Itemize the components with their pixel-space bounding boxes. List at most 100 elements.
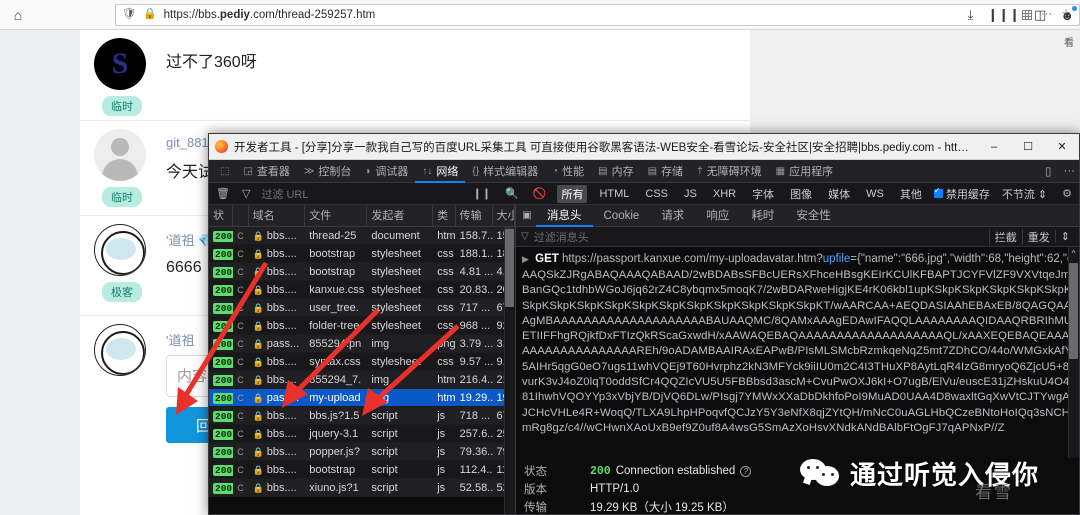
minimize-button[interactable]: –: [977, 134, 1011, 160]
table-row[interactable]: 200 C 🔒 bbs.... folder-tree stylesheet css 968…: [209, 317, 515, 335]
detail-scrollbar-thumb[interactable]: [1069, 263, 1078, 359]
cell-status: 200: [213, 428, 234, 440]
column-header-file[interactable]: 文件: [305, 205, 368, 227]
table-row[interactable]: 200C🔒 pass...855294.pnimgpng3.79 ...3.79: [209, 335, 515, 353]
filter-chip-xhr[interactable]: XHR: [709, 187, 740, 201]
tab-inspector[interactable]: ◲ 查看器: [236, 160, 296, 183]
split-pane-icon[interactable]: ▣: [518, 210, 536, 221]
cell-transfer: 216.4...: [459, 373, 493, 386]
column-header-method[interactable]: [233, 205, 249, 227]
shield-icon[interactable]: 🛡: [122, 9, 136, 20]
column-header-domain[interactable]: 域名: [249, 205, 306, 227]
detail-scrollbar[interactable]: ^: [1068, 247, 1079, 458]
devtools-titlebar[interactable]: 开发者工具 - [分享]分享一款我自己写的百度URL采集工具 可直接使用谷歌黑客…: [209, 134, 1079, 160]
table-row[interactable]: 200 C 🔒 bbs.... kanxue.css stylesheet css 20.8…: [209, 281, 515, 299]
table-row[interactable]: 200C🔒 bbs....bbs.js?1.5scriptjs718 ...67…: [209, 407, 515, 425]
filter-chip-ws[interactable]: WS: [862, 187, 888, 201]
tab-performance[interactable]: ◔ 性能: [545, 160, 591, 183]
detail-tab-response[interactable]: 响应: [695, 205, 740, 227]
table-row[interactable]: 200 C 🔒 bbs.... user_tree. stylesheet css 717 …: [209, 299, 515, 317]
download-icon[interactable]: ⤓: [968, 7, 974, 23]
tab-debugger[interactable]: ◗ 调试器: [358, 160, 415, 183]
tab-accessibility[interactable]: † 无障碍环境: [690, 160, 769, 183]
cell-status: 200: [213, 338, 234, 350]
filter-chip-font[interactable]: 字体: [748, 185, 778, 203]
disclosure-triangle-icon[interactable]: ▶: [522, 254, 529, 264]
library-icon[interactable]: ❙❙❙: [987, 7, 1020, 23]
filter-chip-image[interactable]: 图像: [786, 185, 816, 203]
table-row[interactable]: 200C🔒 bbs....jquery-3.1scriptjs257.6...2…: [209, 425, 515, 443]
gear-icon[interactable]: ⚙: [1059, 187, 1075, 200]
detail-tab-headers[interactable]: 消息头: [536, 205, 593, 227]
tab-element-picker[interactable]: ⬚: [213, 160, 236, 183]
cell-transfer: 158.7...: [459, 229, 493, 242]
tab-memory[interactable]: ▤ 内存: [591, 160, 640, 183]
table-row[interactable]: 200C🔒 bbs....855294_7.imghtm216.4...216: [209, 371, 515, 389]
filter-chip-other[interactable]: 其他: [896, 185, 926, 203]
table-row[interactable]: 200 C 🔒 bbs.... bootstrap stylesheet css 188.1…: [209, 245, 515, 263]
table-row[interactable]: 200 C 🔒 bbs.... bootstrap stylesheet css 4.81 …: [209, 263, 515, 281]
table-row[interactable]: 200C🔒 pass...my-uploadimghtm19.29...19.2: [209, 389, 515, 407]
detail-scroll-up-icon[interactable]: ^: [1068, 247, 1079, 261]
column-header-size[interactable]: 大小: [493, 205, 515, 227]
column-header-initiator[interactable]: 发起者: [367, 205, 434, 227]
address-bar[interactable]: 🛡 🔒 https://bbs.pediy.com/thread-259257.…: [114, 3, 1080, 26]
tab-storage[interactable]: ▤ 存储: [641, 160, 690, 183]
close-button[interactable]: ✕: [1045, 134, 1079, 160]
throttle-select[interactable]: 不节流 ⇕: [998, 185, 1051, 203]
disable-cache-checkbox[interactable]: 禁用缓存: [933, 186, 990, 202]
pause-icon[interactable]: ❙❙: [470, 187, 494, 200]
table-row[interactable]: 200C 🔒 bbs.... thread-25 document htm158.7..…: [209, 227, 515, 245]
resend-dropdown-icon[interactable]: ⇕: [1054, 230, 1075, 243]
detail-tab-cookie[interactable]: Cookie: [593, 205, 651, 227]
filter-chip-css[interactable]: CSS: [641, 187, 672, 201]
maximize-button[interactable]: ☐: [1011, 134, 1045, 160]
account-icon[interactable]: ☻: [1060, 5, 1077, 23]
detail-tab-security[interactable]: 安全性: [785, 205, 842, 227]
filter-chip-html[interactable]: HTML: [595, 187, 633, 201]
filter-chip-media[interactable]: 媒体: [824, 185, 854, 203]
resend-action-button[interactable]: 重发: [1021, 228, 1055, 245]
cell-method: C: [237, 284, 244, 295]
cell-file: 855294_7.: [309, 373, 362, 386]
cell-file: bootstrap: [309, 247, 356, 260]
filter-url-input[interactable]: 过滤 URL: [261, 186, 308, 202]
requests-scrollbar[interactable]: ^: [504, 227, 515, 514]
devtools-menu-icon[interactable]: ···: [1064, 165, 1076, 177]
table-row[interactable]: 200C🔒 bbs....xiuno.js?1scriptjs52.58...5…: [209, 479, 515, 497]
table-row[interactable]: 200C🔒 bbs....popper.js?scriptjs79.36...7…: [209, 443, 515, 461]
detail-tab-timings[interactable]: 耗时: [740, 205, 785, 227]
tab-style-editor[interactable]: {} 样式编辑器: [465, 160, 545, 183]
cell-file: user_tree.: [309, 301, 359, 314]
home-icon[interactable]: ⌂: [6, 7, 30, 23]
sidebar-icon[interactable]: ◫: [1034, 7, 1046, 23]
scrollbar-thumb[interactable]: [505, 229, 514, 307]
tab-application[interactable]: ▦ 应用程序: [769, 160, 840, 183]
post-body: 过不了360呀: [166, 54, 257, 71]
column-header-status[interactable]: 状: [209, 205, 234, 227]
cell-type: htm: [437, 373, 456, 386]
block-icon[interactable]: 🚫: [530, 187, 550, 200]
search-icon[interactable]: 🔍: [502, 187, 522, 200]
block-action-button[interactable]: 拦截: [988, 228, 1022, 245]
table-row[interactable]: 200C🔒 bbs....bootstrapscriptjs112.4...11…: [209, 461, 515, 479]
column-header-transfer[interactable]: 传输: [456, 205, 493, 227]
column-header-type[interactable]: 类: [433, 205, 456, 227]
request-url-line[interactable]: ▶ GET https://passport.kanxue.com/my-upl…: [522, 252, 1073, 267]
cell-initiator: script: [371, 427, 398, 440]
mini-label: 看: [1064, 38, 1074, 49]
table-row[interactable]: 200 C 🔒 bbs.... syntax.css stylesheet css 9.57…: [209, 353, 515, 371]
network-icon: ↑↓: [422, 165, 433, 177]
tab-console[interactable]: ≫ 控制台: [297, 160, 358, 183]
lock-icon[interactable]: 🔒: [143, 9, 157, 20]
trash-icon[interactable]: 🗑: [213, 187, 233, 200]
help-icon[interactable]: ?: [740, 465, 752, 477]
tab-network[interactable]: ↑↓ 网络: [415, 160, 465, 183]
detail-tab-request[interactable]: 请求: [650, 205, 695, 227]
headers-filter-input[interactable]: 过滤消息头: [534, 229, 589, 245]
filter-chip-all[interactable]: 所有: [557, 184, 588, 203]
filter-chip-js[interactable]: JS: [680, 187, 701, 201]
cell-file: kanxue.css: [309, 283, 365, 296]
cell-method: C: [237, 266, 244, 277]
responsive-design-icon[interactable]: ▯: [1045, 164, 1051, 178]
